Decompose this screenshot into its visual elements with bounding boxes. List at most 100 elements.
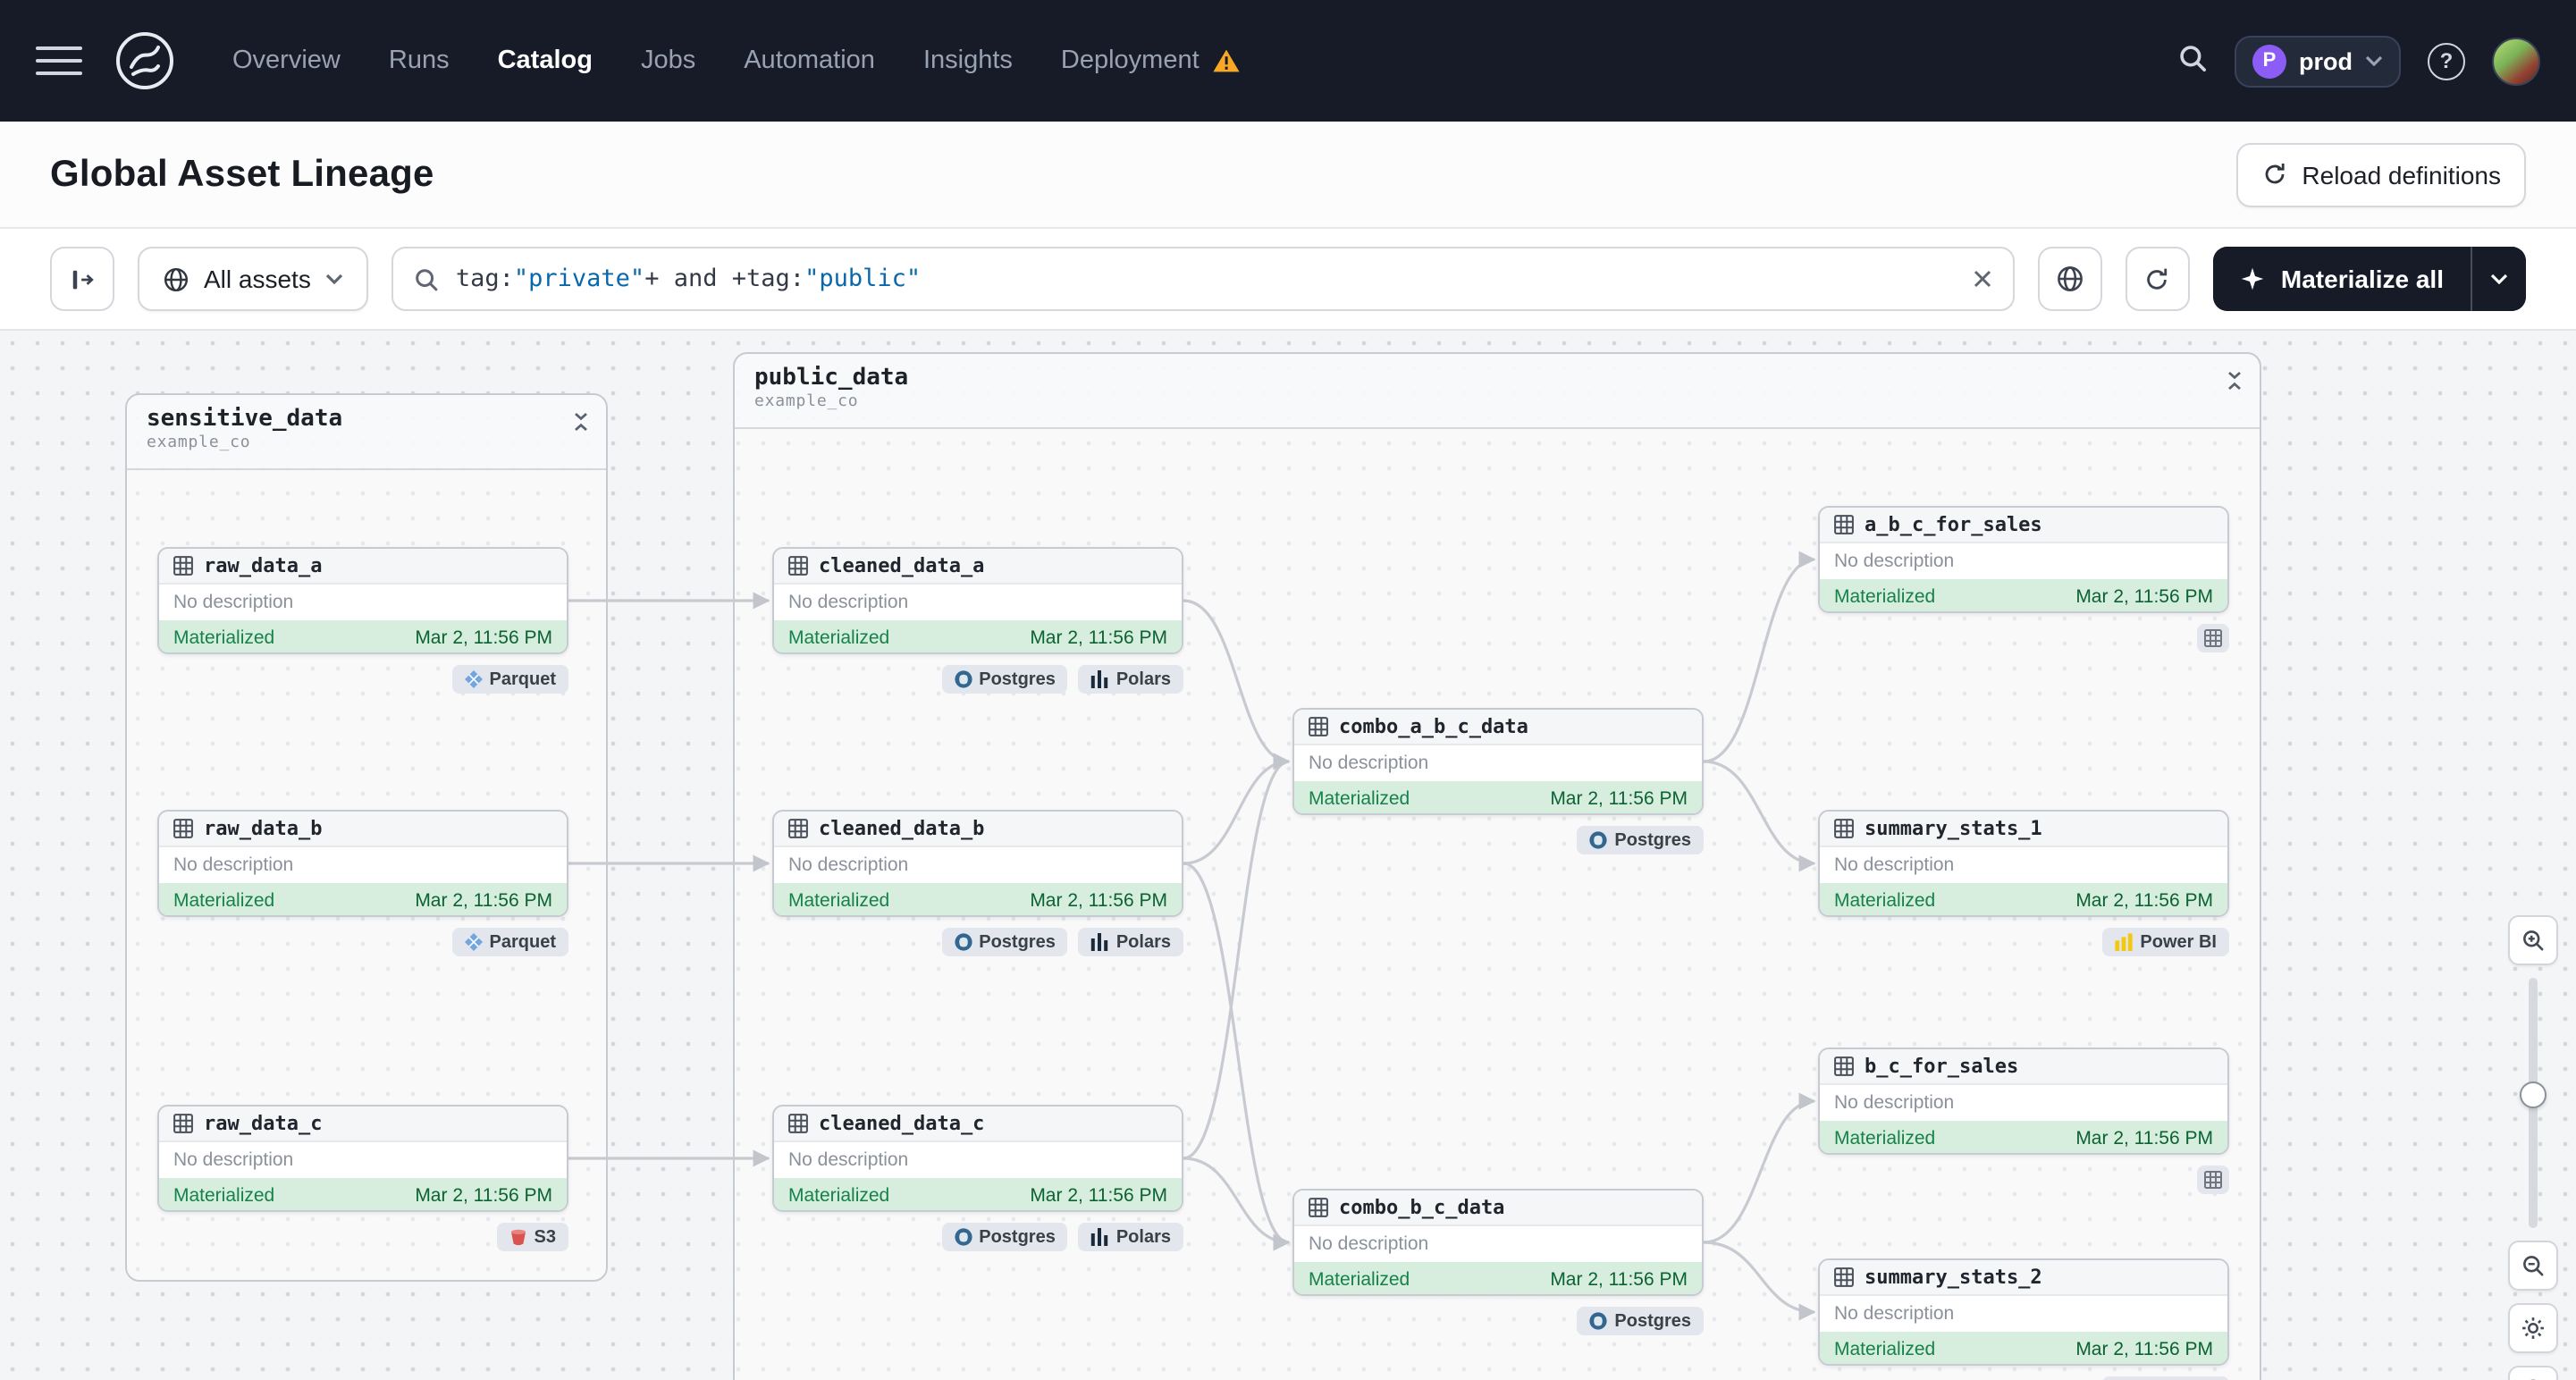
- asset-node-header: raw_data_c: [159, 1107, 567, 1142]
- reload-definitions-button[interactable]: Reload definitions: [2235, 142, 2526, 206]
- asset-status-row: Materialized Mar 2, 11:56 PM: [1820, 1121, 2227, 1153]
- nav-item-runs[interactable]: Runs: [389, 46, 450, 75]
- collapse-group-icon[interactable]: [572, 411, 590, 433]
- settings-button[interactable]: [2508, 1303, 2558, 1353]
- asset-node-header: cleaned_data_a: [774, 549, 1182, 585]
- table-icon: [788, 1114, 808, 1133]
- dagster-logo[interactable]: [114, 30, 175, 91]
- polars-kind-badge[interactable]: Polars: [1078, 928, 1183, 956]
- asset-description: No description: [788, 854, 909, 876]
- deployment-name: prod: [2299, 47, 2353, 74]
- kind-tags-row: Power BI: [1818, 928, 2229, 956]
- polars-kind-badge[interactable]: Polars: [1078, 665, 1183, 694]
- asset-selection-input[interactable]: tag:"private"+ and +tag:"public": [391, 247, 2015, 311]
- kind-tags-row: [1818, 624, 2229, 652]
- asset-node-combo_b_c_data[interactable]: combo_b_c_data No description Materialized…: [1292, 1189, 1704, 1296]
- postgres-kind-badge[interactable]: Postgres: [941, 1223, 1068, 1251]
- refresh-button[interactable]: [2125, 247, 2190, 311]
- table-icon: [788, 819, 808, 838]
- hamburger-menu-button[interactable]: [36, 43, 82, 79]
- parquet-icon: [464, 933, 483, 951]
- asset-node-combo_a_b_c_data[interactable]: combo_a_b_c_data No description Materializ…: [1292, 708, 1704, 815]
- zoom-slider-handle[interactable]: [2520, 1081, 2547, 1108]
- asset-status-row: Materialized Mar 2, 11:56 PM: [159, 620, 567, 652]
- nav-item-overview[interactable]: Overview: [232, 46, 341, 75]
- asset-node-raw_data_c[interactable]: raw_data_c No description Materialized Mar …: [157, 1105, 568, 1212]
- zoom-slider[interactable]: [2508, 978, 2558, 1228]
- parquet-kind-badge[interactable]: Parquet: [451, 665, 568, 694]
- kind-tags-row: Postgres: [1292, 1307, 1704, 1335]
- materialized-timestamp: Mar 2, 11:56 PM: [2075, 1128, 2213, 1149]
- reload-label: Reload definitions: [2302, 160, 2501, 189]
- kind-label: Postgres: [979, 932, 1056, 952]
- polars-icon: [1091, 670, 1109, 688]
- kind-label: S3: [534, 1227, 556, 1247]
- account-button[interactable]: [2508, 1366, 2558, 1380]
- asset-node-summary_stats_2[interactable]: summary_stats_2 No description Materialize…: [1818, 1258, 2229, 1366]
- nav-item-automation[interactable]: Automation: [744, 46, 875, 75]
- nav-item-jobs[interactable]: Jobs: [641, 46, 695, 75]
- nav-item-deployment[interactable]: Deployment: [1061, 46, 1241, 75]
- table-icon: [1834, 1267, 1854, 1287]
- zoom-out-button[interactable]: [2508, 1241, 2558, 1291]
- powerbi-kind-badge[interactable]: Power BI: [2102, 928, 2229, 956]
- postgres-kind-badge[interactable]: Postgres: [1577, 826, 1704, 854]
- materialized-status: Materialized: [173, 627, 275, 649]
- kind-label: Postgres: [1614, 1311, 1691, 1331]
- asset-scope-dropdown[interactable]: All assets: [138, 247, 368, 311]
- help-button[interactable]: ?: [2428, 42, 2465, 80]
- materialize-all-label: Materialize all: [2280, 265, 2444, 293]
- main-nav: Overview Runs Catalog Jobs Automation Insight…: [232, 46, 1241, 75]
- asset-description: No description: [173, 592, 294, 613]
- asset-node-header: raw_data_a: [159, 549, 567, 585]
- asset-node-header: a_b_c_for_sales: [1820, 508, 2227, 543]
- nav-item-catalog[interactable]: Catalog: [498, 46, 593, 75]
- table-icon: [1834, 819, 1854, 838]
- postgres-kind-badge[interactable]: Postgres: [941, 665, 1068, 694]
- toggle-sidebar-button[interactable]: [50, 247, 114, 311]
- search-button[interactable]: [2177, 43, 2208, 79]
- filter-globe-button[interactable]: [2037, 247, 2102, 311]
- materialized-timestamp: Mar 2, 11:56 PM: [1550, 788, 1688, 810]
- postgres-icon: [954, 670, 972, 688]
- postgres-icon: [1589, 831, 1608, 849]
- powerbi-kind-badge[interactable]: Power BI: [2102, 1376, 2229, 1380]
- asset-node-cleaned_data_b[interactable]: cleaned_data_b No description Materialized…: [772, 810, 1183, 917]
- postgres-icon: [954, 1228, 972, 1246]
- asset-status-row: Materialized Mar 2, 11:56 PM: [1820, 1332, 2227, 1364]
- materialize-options-button[interactable]: [2471, 247, 2526, 311]
- deployment-switcher[interactable]: P prod: [2235, 35, 2401, 87]
- asset-node-raw_data_b[interactable]: raw_data_b No description Materialized Mar …: [157, 810, 568, 917]
- zoom-in-button[interactable]: [2508, 915, 2558, 965]
- asset-node-cleaned_data_a[interactable]: cleaned_data_a No description Materialized…: [772, 547, 1183, 654]
- asset-node-header: summary_stats_2: [1820, 1260, 2227, 1296]
- materialize-all-button[interactable]: Materialize all: [2212, 247, 2471, 311]
- csv-kind-badge[interactable]: [2197, 624, 2229, 652]
- asset-node-header: cleaned_data_b: [774, 812, 1182, 847]
- s3-kind-badge[interactable]: S3: [496, 1223, 568, 1251]
- asset-description: No description: [1834, 551, 1955, 572]
- parquet-kind-badge[interactable]: Parquet: [451, 928, 568, 956]
- asset-node-summary_stats_1[interactable]: summary_stats_1 No description Materialize…: [1818, 810, 2229, 917]
- kind-label: Polars: [1115, 1227, 1171, 1247]
- postgres-kind-badge[interactable]: Postgres: [1577, 1307, 1704, 1335]
- kind-tags-row: Postgres Polars: [772, 1223, 1183, 1251]
- collapse-group-icon[interactable]: [2226, 370, 2243, 391]
- kind-tags-row: Postgres Polars: [772, 665, 1183, 694]
- materialized-timestamp: Mar 2, 11:56 PM: [1030, 1185, 1167, 1207]
- asset-node-b_c_for_sales[interactable]: b_c_for_sales No description Materialized M…: [1818, 1048, 2229, 1155]
- postgres-kind-badge[interactable]: Postgres: [941, 928, 1068, 956]
- polars-icon: [1091, 933, 1109, 951]
- polars-kind-badge[interactable]: Polars: [1078, 1223, 1183, 1251]
- materialized-status: Materialized: [173, 890, 275, 912]
- asset-node-raw_data_a[interactable]: raw_data_a No description Materialized Mar …: [157, 547, 568, 654]
- reload-icon: [2260, 161, 2287, 188]
- materialized-status: Materialized: [1309, 788, 1410, 810]
- clear-query-button[interactable]: [1972, 268, 1993, 290]
- asset-node-a_b_c_for_sales[interactable]: a_b_c_for_sales No description Materialize…: [1818, 506, 2229, 613]
- user-avatar[interactable]: [2492, 37, 2540, 85]
- csv-kind-badge[interactable]: [2197, 1165, 2229, 1194]
- nav-item-insights[interactable]: Insights: [923, 46, 1013, 75]
- lineage-canvas[interactable]: sensitive_data example_co public_data examp…: [0, 331, 2576, 1380]
- asset-node-cleaned_data_c[interactable]: cleaned_data_c No description Materialized…: [772, 1105, 1183, 1212]
